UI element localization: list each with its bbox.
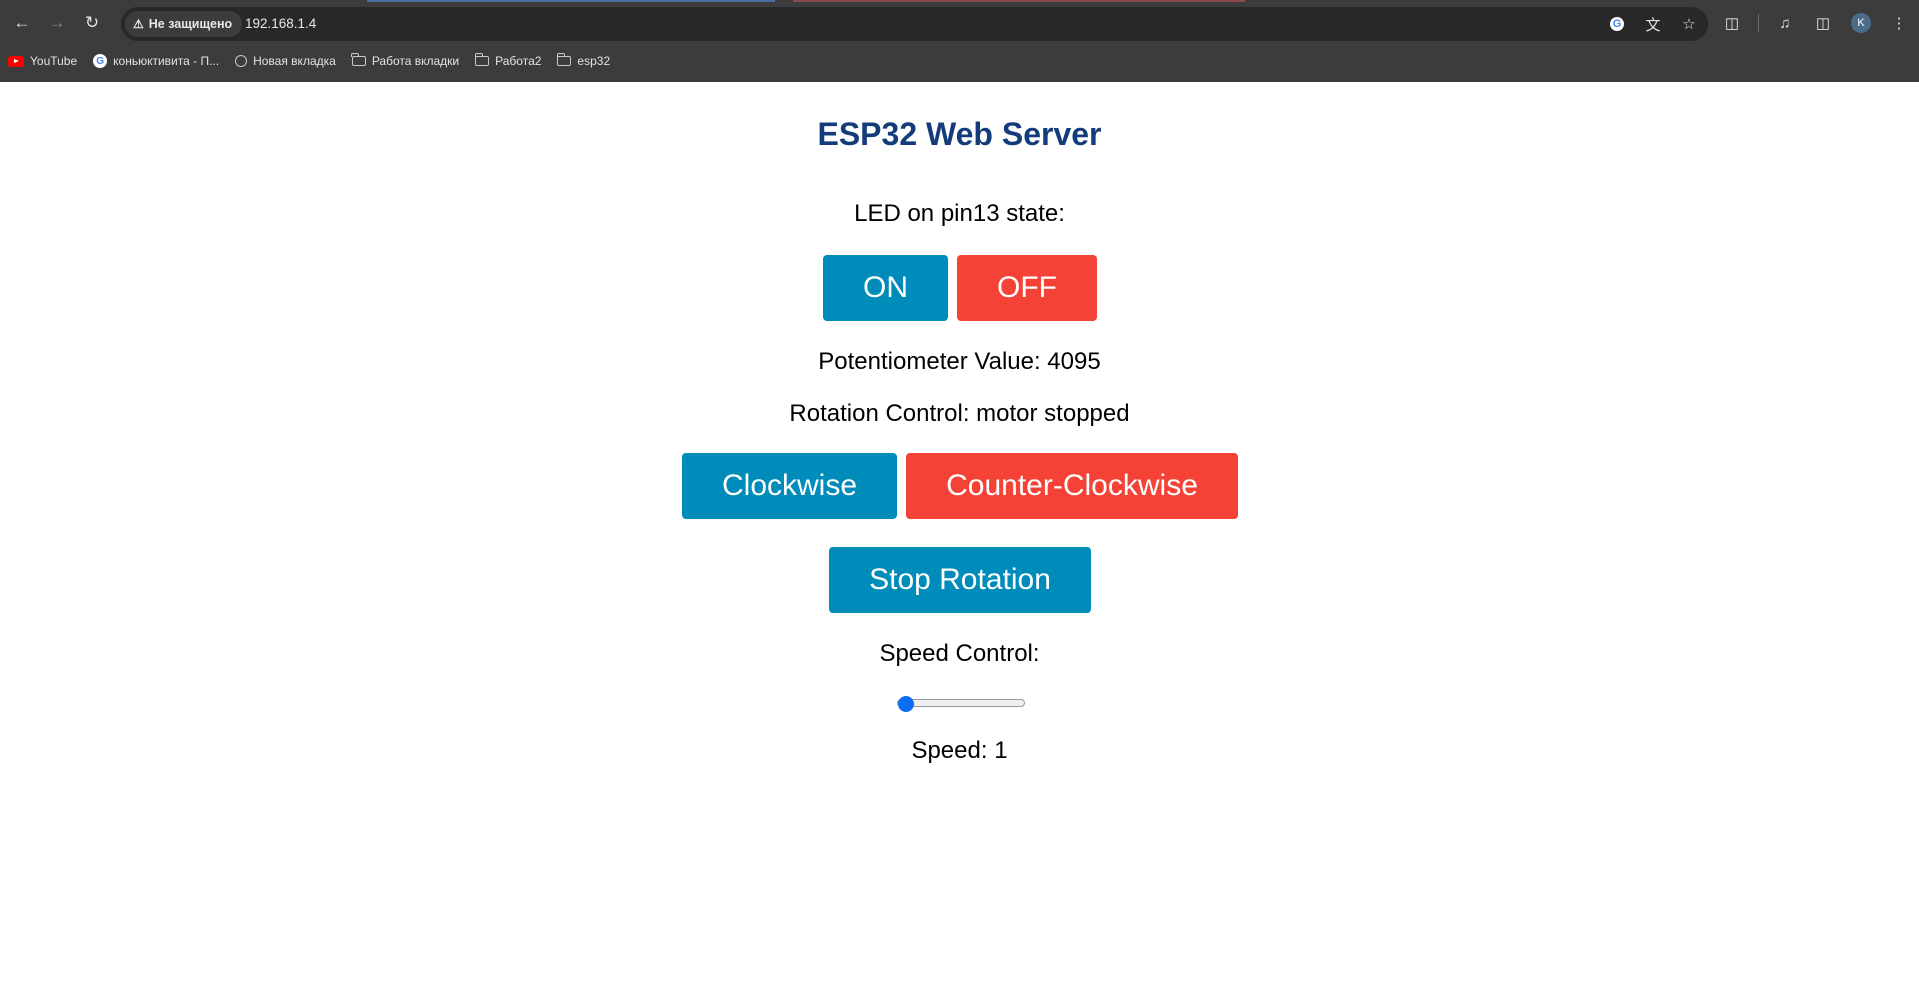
bookmark-label: esp32 <box>577 54 611 68</box>
page-title: ESP32 Web Server <box>817 116 1102 152</box>
warning-icon: ⚠ <box>133 17 144 31</box>
globe-icon <box>235 55 248 67</box>
address-bar[interactable]: ⚠ Не защищено 192.168.1.4 G 文 ☆ <box>121 7 1708 41</box>
translate-icon: 文 <box>1645 16 1661 34</box>
bookmark-label: YouTube <box>30 54 78 68</box>
bookmark-label: Новая вкладка <box>253 54 336 68</box>
led-button-row: ON OFF <box>0 255 1919 321</box>
speed-slider[interactable] <box>897 696 1025 712</box>
url-text[interactable]: 192.168.1.4 <box>245 16 316 31</box>
speed-control-label: Speed Control: <box>879 640 1040 667</box>
translate-button[interactable]: 文 <box>1642 13 1664 35</box>
bookmark-label: Работа2 <box>495 54 542 68</box>
speed-slider-thumb[interactable] <box>898 696 914 712</box>
rotation-status: Rotation Control: motor stopped <box>789 400 1130 427</box>
folder-icon <box>351 53 366 66</box>
google-lens-button[interactable]: G <box>1606 13 1628 35</box>
reload-icon: ↻ <box>84 13 100 32</box>
led-off-button[interactable]: OFF <box>957 255 1097 321</box>
bookmark-star-button[interactable]: ☆ <box>1678 13 1700 35</box>
rotation-button-row: Clockwise Counter-Clockwise <box>0 453 1919 519</box>
star-icon: ☆ <box>1682 16 1696 33</box>
clockwise-button[interactable]: Clockwise <box>682 453 897 519</box>
google-icon: G <box>1610 17 1624 31</box>
folder-icon <box>474 53 490 66</box>
esp32-page: ESP32 Web Server LED on pin13 state: ON … <box>0 82 1919 994</box>
media-queue-icon: ♫ <box>1779 14 1791 32</box>
bookmark-new-tab[interactable]: Новая вкладка <box>227 49 344 73</box>
bookmark-youtube[interactable]: YouTube <box>0 49 85 73</box>
folder-icon <box>556 53 572 66</box>
browser-chrome: ← → ↻ ⚠ Не защищено 192.168.1.4 G 文 ☆ ◫ … <box>0 0 1919 82</box>
media-button[interactable]: ♫ <box>1773 11 1797 35</box>
arrow-left-icon: ← <box>13 13 31 32</box>
reload-button[interactable]: ↻ <box>80 11 104 35</box>
speed-value: Speed: 1 <box>911 737 1008 764</box>
security-indicator[interactable]: ⚠ Не защищено <box>125 11 243 37</box>
side-panel-button[interactable]: ◫ <box>1811 11 1835 35</box>
arrow-right-icon: → <box>48 13 66 32</box>
bookmark-label: Работа вкладки <box>371 54 460 68</box>
omnibox-actions: G 文 ☆ <box>1606 13 1700 35</box>
browser-toolbar: ← → ↻ ⚠ Не защищено 192.168.1.4 G 文 ☆ ◫ … <box>0 0 1919 46</box>
extensions-button[interactable]: ◫ <box>1720 11 1744 35</box>
bookmark-conjunctivitis[interactable]: G коньюктивита - П... <box>85 49 227 73</box>
youtube-icon <box>8 55 24 67</box>
toolbar-divider <box>1758 14 1759 32</box>
profile-button[interactable]: K <box>1849 11 1873 35</box>
led-on-button[interactable]: ON <box>823 255 948 321</box>
bookmark-label: коньюктивита - П... <box>113 54 220 68</box>
toolbar-right: ◫ ♫ ◫ K ⋮ <box>1720 11 1911 35</box>
bookmark-folder-esp32[interactable]: esp32 <box>549 49 618 73</box>
avatar: K <box>1851 13 1871 33</box>
bookmark-folder-work2[interactable]: Работа2 <box>467 49 549 73</box>
kebab-menu-icon: ⋮ <box>1891 15 1907 32</box>
google-icon: G <box>93 54 108 68</box>
forward-button[interactable]: → <box>45 11 69 35</box>
led-state-label: LED on pin13 state: <box>854 200 1065 227</box>
security-label: Не защищено <box>148 17 233 31</box>
puzzle-icon: ◫ <box>1724 15 1740 32</box>
potentiometer-value: Potentiometer Value: 4095 <box>818 348 1101 375</box>
side-panel-icon: ◫ <box>1815 15 1831 32</box>
menu-button[interactable]: ⋮ <box>1887 11 1911 35</box>
stop-rotation-button[interactable]: Stop Rotation <box>829 547 1091 613</box>
stop-button-row: Stop Rotation <box>0 547 1919 613</box>
bookmark-folder-work-tabs[interactable]: Работа вкладки <box>344 49 467 73</box>
bookmarks-bar: YouTube G коньюктивита - П... Новая вкла… <box>0 49 618 73</box>
back-button[interactable]: ← <box>10 11 34 35</box>
counter-clockwise-button[interactable]: Counter-Clockwise <box>906 453 1238 519</box>
